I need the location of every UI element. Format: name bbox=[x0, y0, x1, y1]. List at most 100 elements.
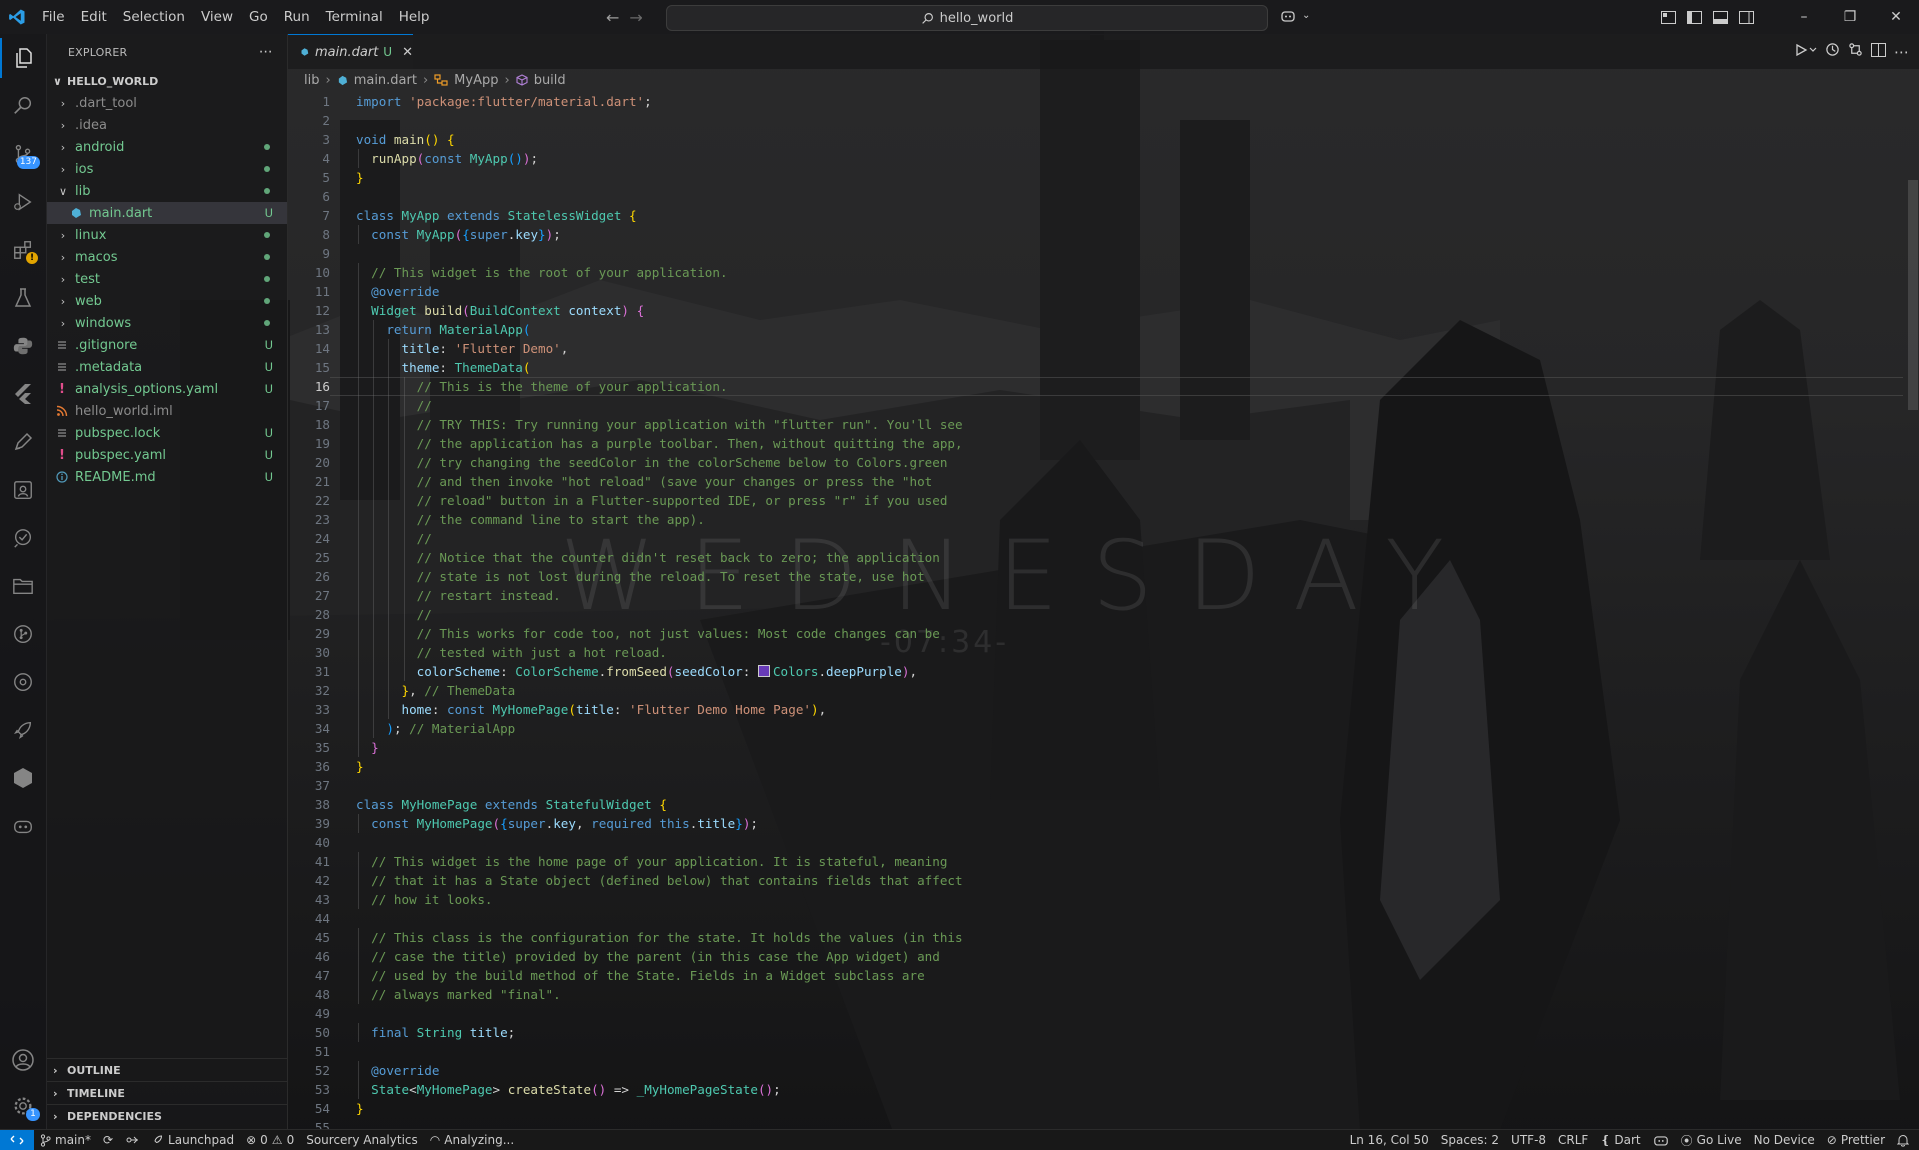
launchpad-button[interactable]: Launchpad bbox=[145, 1133, 240, 1147]
tree-item[interactable]: › .dart_tool bbox=[47, 92, 287, 114]
split-editor-icon[interactable] bbox=[1871, 42, 1886, 61]
notifications-bell-icon[interactable] bbox=[1891, 1134, 1919, 1147]
menu-item-selection[interactable]: Selection bbox=[115, 9, 193, 25]
more-actions-icon[interactable]: ⋯ bbox=[259, 44, 273, 60]
remote-explorer-icon[interactable] bbox=[0, 470, 46, 510]
toggle-panel-icon[interactable] bbox=[1707, 0, 1733, 34]
check-shield-icon[interactable] bbox=[0, 518, 46, 558]
menu-item-file[interactable]: File bbox=[34, 9, 73, 25]
tree-item[interactable]: › linux bbox=[47, 224, 287, 246]
timeline-history-icon[interactable] bbox=[1825, 42, 1840, 61]
scrollbar-thumb[interactable] bbox=[1908, 180, 1918, 410]
code-token: main bbox=[393, 132, 425, 147]
code-editor[interactable]: 1 import 'package:flutter/material.dart';… bbox=[288, 92, 1903, 1135]
flutter-icon[interactable] bbox=[0, 374, 46, 414]
tree-item[interactable]: ∨ lib bbox=[47, 180, 287, 202]
go-live-button[interactable]: ⦿ Go Live bbox=[1675, 1132, 1748, 1149]
close-window-icon[interactable]: ✕ bbox=[1873, 0, 1919, 34]
tree-item[interactable]: › android bbox=[47, 136, 287, 158]
tree-item[interactable]: README.md U bbox=[47, 466, 287, 488]
code-line: 54} bbox=[288, 1099, 1903, 1118]
run-debug-menu-icon[interactable] bbox=[1795, 43, 1817, 61]
prettier-status[interactable]: ⊘ Prettier bbox=[1821, 1133, 1891, 1147]
menu-item-go[interactable]: Go bbox=[241, 9, 276, 25]
warning-count: 0 bbox=[286, 1133, 295, 1147]
tree-item[interactable]: hello_world.iml bbox=[47, 400, 287, 422]
indentation[interactable]: Spaces: 2 bbox=[1435, 1133, 1505, 1147]
compare-changes-icon[interactable] bbox=[1848, 42, 1863, 61]
folder-icon[interactable] bbox=[0, 566, 46, 606]
tree-item[interactable]: › .idea bbox=[47, 114, 287, 136]
breadcrumb: lib › main.dart › MyApp › build bbox=[288, 69, 1919, 91]
dependencies-section[interactable]: › DEPENDENCIES bbox=[47, 1104, 287, 1127]
language-label: Dart bbox=[1614, 1133, 1641, 1147]
run-debug-icon[interactable] bbox=[0, 182, 46, 222]
tree-item[interactable]: › test bbox=[47, 268, 287, 290]
tree-item[interactable]: › web bbox=[47, 290, 287, 312]
cursor-position[interactable]: Ln 16, Col 50 bbox=[1344, 1133, 1435, 1147]
tree-item[interactable]: ! pubspec.yaml U bbox=[47, 444, 287, 466]
source-control-icon[interactable]: 137 bbox=[0, 134, 46, 174]
settings-gear-icon[interactable]: 1 bbox=[0, 1086, 46, 1126]
python-icon[interactable] bbox=[0, 326, 46, 366]
tree-item-label: web bbox=[75, 293, 102, 309]
rocket-icon[interactable] bbox=[0, 710, 46, 750]
more-editor-actions-icon[interactable]: ⋯ bbox=[1894, 43, 1909, 61]
code-line: 47 // used by the build method of the St… bbox=[288, 966, 1903, 985]
git-graph-icon[interactable] bbox=[0, 614, 46, 654]
problems-indicator[interactable]: ⊗ 0 ⚠ 0 bbox=[240, 1133, 300, 1147]
tree-item[interactable]: .metadata U bbox=[47, 356, 287, 378]
sync-icon[interactable]: ⟳ bbox=[97, 1133, 119, 1147]
copilot-status-icon[interactable] bbox=[1647, 1134, 1675, 1147]
restore-icon[interactable]: ❐ bbox=[1827, 0, 1873, 34]
remote-indicator-icon[interactable] bbox=[0, 1130, 34, 1150]
device-selector[interactable]: No Device bbox=[1748, 1133, 1821, 1147]
toggle-primary-sidebar-icon[interactable] bbox=[1681, 0, 1707, 34]
menu-item-run[interactable]: Run bbox=[276, 9, 318, 25]
branch-indicator[interactable]: main* bbox=[34, 1133, 97, 1147]
code-token: ( bbox=[568, 702, 576, 717]
copilot-menu-button[interactable]: ⌄ bbox=[1280, 8, 1310, 24]
testing-flask-icon[interactable] bbox=[0, 278, 46, 318]
tree-item[interactable]: › macos bbox=[47, 246, 287, 268]
close-tab-icon[interactable]: ✕ bbox=[402, 45, 413, 60]
language-mode[interactable]: ❴ Dart bbox=[1594, 1133, 1646, 1147]
pen-tool-icon[interactable] bbox=[0, 422, 46, 462]
end-of-line[interactable]: CRLF bbox=[1552, 1133, 1594, 1147]
sourcery-button[interactable]: Sourcery Analytics bbox=[300, 1133, 424, 1147]
command-center-search[interactable]: hello_world bbox=[666, 5, 1268, 31]
timeline-section[interactable]: › TIMELINE bbox=[47, 1081, 287, 1104]
menu-item-terminal[interactable]: Terminal bbox=[318, 9, 391, 25]
menu-item-view[interactable]: View bbox=[193, 9, 241, 25]
breadcrumb-method[interactable]: build bbox=[534, 73, 566, 88]
extensions-icon[interactable]: ! bbox=[0, 230, 46, 270]
tree-item[interactable]: › ios bbox=[47, 158, 287, 180]
hexagon-icon[interactable] bbox=[0, 758, 46, 798]
workspace-root-section[interactable]: ∨ HELLO_WORLD bbox=[47, 70, 287, 92]
back-arrow-icon[interactable]: ← bbox=[606, 8, 619, 27]
tree-item[interactable]: main.dart U bbox=[47, 202, 287, 224]
tree-item[interactable]: pubspec.lock U bbox=[47, 422, 287, 444]
forward-arrow-icon[interactable]: → bbox=[629, 8, 642, 27]
tree-item[interactable]: › windows bbox=[47, 312, 287, 334]
customize-layout-icon[interactable] bbox=[1655, 0, 1681, 34]
encoding[interactable]: UTF-8 bbox=[1505, 1133, 1552, 1147]
tree-item[interactable]: ! analysis_options.yaml U bbox=[47, 378, 287, 400]
account-icon[interactable] bbox=[0, 1040, 46, 1080]
explorer-icon[interactable] bbox=[0, 38, 46, 78]
breadcrumb-file[interactable]: main.dart bbox=[354, 73, 417, 88]
breadcrumb-folder[interactable]: lib bbox=[304, 73, 319, 88]
menu-item-edit[interactable]: Edit bbox=[73, 9, 115, 25]
editor-scrollbar[interactable] bbox=[1905, 92, 1919, 1130]
minimize-icon[interactable]: – bbox=[1781, 0, 1827, 34]
tree-item[interactable]: .gitignore U bbox=[47, 334, 287, 356]
publish-branch-icon[interactable] bbox=[119, 1134, 145, 1146]
gitlens-icon[interactable] bbox=[0, 662, 46, 702]
toggle-secondary-sidebar-icon[interactable] bbox=[1733, 0, 1759, 34]
outline-section[interactable]: › OUTLINE bbox=[47, 1058, 287, 1081]
copilot-chat-icon[interactable] bbox=[0, 806, 46, 846]
breadcrumb-class[interactable]: MyApp bbox=[454, 73, 498, 88]
tab-main-dart[interactable]: main.dart U ✕ bbox=[288, 34, 413, 69]
menu-item-help[interactable]: Help bbox=[391, 9, 438, 25]
search-icon[interactable] bbox=[0, 86, 46, 126]
